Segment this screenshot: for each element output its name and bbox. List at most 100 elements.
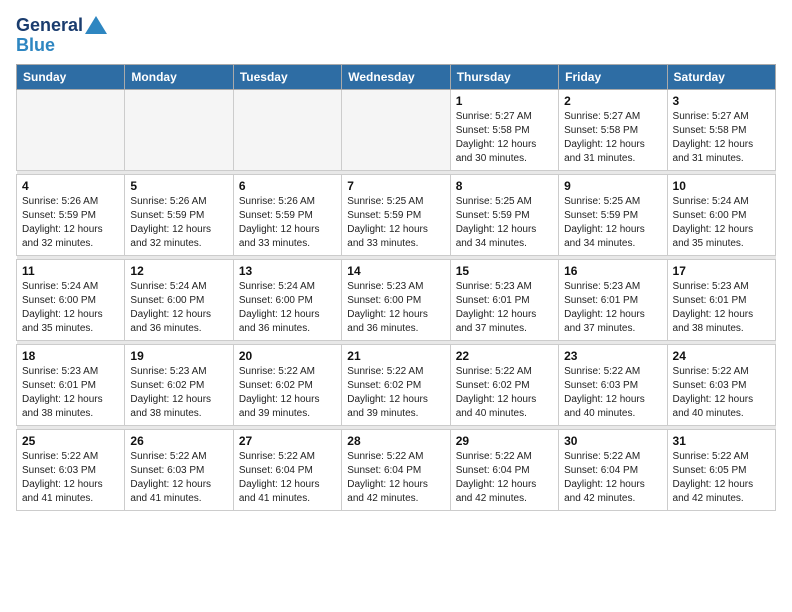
day-info: Sunrise: 5:22 AM Sunset: 6:02 PM Dayligh…: [456, 365, 553, 421]
day-number: 7: [347, 179, 444, 193]
page-header: General Blue: [16, 16, 776, 56]
day-number: 8: [456, 179, 553, 193]
day-info: Sunrise: 5:22 AM Sunset: 6:04 PM Dayligh…: [239, 450, 336, 506]
day-number: 14: [347, 264, 444, 278]
day-info: Sunrise: 5:23 AM Sunset: 6:00 PM Dayligh…: [347, 280, 444, 336]
calendar-cell: 12 Sunrise: 5:24 AM Sunset: 6:00 PM Dayli…: [125, 259, 233, 340]
day-info: Sunrise: 5:26 AM Sunset: 5:59 PM Dayligh…: [130, 195, 227, 251]
day-info: Sunrise: 5:24 AM Sunset: 6:00 PM Dayligh…: [22, 280, 119, 336]
day-info: Sunrise: 5:25 AM Sunset: 5:59 PM Dayligh…: [564, 195, 661, 251]
day-number: 20: [239, 349, 336, 363]
calendar-week-row: 1Sunrise: 5:27 AM Sunset: 5:58 PM Daylig…: [17, 89, 776, 170]
calendar-cell: 9 Sunrise: 5:25 AM Sunset: 5:59 PM Daylig…: [559, 174, 667, 255]
calendar-week-row: 4 Sunrise: 5:26 AM Sunset: 5:59 PM Daylig…: [17, 174, 776, 255]
day-number: 3: [673, 94, 770, 108]
calendar-cell: 26 Sunrise: 5:22 AM Sunset: 6:03 PM Dayli…: [125, 429, 233, 510]
day-info: Sunrise: 5:22 AM Sunset: 6:02 PM Dayligh…: [239, 365, 336, 421]
day-number: 31: [673, 434, 770, 448]
day-number: 15: [456, 264, 553, 278]
day-info: Sunrise: 5:27 AM Sunset: 5:58 PM Dayligh…: [564, 110, 661, 166]
calendar-cell: 13 Sunrise: 5:24 AM Sunset: 6:00 PM Dayli…: [233, 259, 341, 340]
day-info: Sunrise: 5:22 AM Sunset: 6:03 PM Dayligh…: [22, 450, 119, 506]
col-header-sunday: Sunday: [17, 64, 125, 89]
day-info: Sunrise: 5:22 AM Sunset: 6:04 PM Dayligh…: [347, 450, 444, 506]
day-info: Sunrise: 5:22 AM Sunset: 6:02 PM Dayligh…: [347, 365, 444, 421]
calendar-cell: [125, 89, 233, 170]
col-header-monday: Monday: [125, 64, 233, 89]
calendar-cell: 30 Sunrise: 5:22 AM Sunset: 6:04 PM Dayli…: [559, 429, 667, 510]
day-number: 5: [130, 179, 227, 193]
calendar-cell: 5 Sunrise: 5:26 AM Sunset: 5:59 PM Daylig…: [125, 174, 233, 255]
day-info: Sunrise: 5:23 AM Sunset: 6:01 PM Dayligh…: [22, 365, 119, 421]
day-number: 16: [564, 264, 661, 278]
day-info: Sunrise: 5:22 AM Sunset: 6:03 PM Dayligh…: [564, 365, 661, 421]
day-number: 9: [564, 179, 661, 193]
calendar-cell: 19 Sunrise: 5:23 AM Sunset: 6:02 PM Dayli…: [125, 344, 233, 425]
day-info: Sunrise: 5:23 AM Sunset: 6:02 PM Dayligh…: [130, 365, 227, 421]
day-number: 24: [673, 349, 770, 363]
day-number: 28: [347, 434, 444, 448]
logo-blue: Blue: [16, 36, 55, 56]
col-header-saturday: Saturday: [667, 64, 775, 89]
calendar-cell: 31 Sunrise: 5:22 AM Sunset: 6:05 PM Dayli…: [667, 429, 775, 510]
calendar-cell: 6Sunrise: 5:26 AM Sunset: 5:59 PM Daylig…: [233, 174, 341, 255]
day-number: 29: [456, 434, 553, 448]
day-info: Sunrise: 5:24 AM Sunset: 6:00 PM Dayligh…: [130, 280, 227, 336]
day-info: Sunrise: 5:23 AM Sunset: 6:01 PM Dayligh…: [456, 280, 553, 336]
day-number: 4: [22, 179, 119, 193]
day-info: Sunrise: 5:23 AM Sunset: 6:01 PM Dayligh…: [564, 280, 661, 336]
day-number: 6: [239, 179, 336, 193]
calendar-cell: 21 Sunrise: 5:22 AM Sunset: 6:02 PM Dayli…: [342, 344, 450, 425]
col-header-tuesday: Tuesday: [233, 64, 341, 89]
calendar-cell: 27 Sunrise: 5:22 AM Sunset: 6:04 PM Dayli…: [233, 429, 341, 510]
day-number: 19: [130, 349, 227, 363]
calendar-cell: 10Sunrise: 5:24 AM Sunset: 6:00 PM Dayli…: [667, 174, 775, 255]
day-number: 17: [673, 264, 770, 278]
calendar-cell: 8 Sunrise: 5:25 AM Sunset: 5:59 PM Daylig…: [450, 174, 558, 255]
day-info: Sunrise: 5:26 AM Sunset: 5:59 PM Dayligh…: [22, 195, 119, 251]
day-info: Sunrise: 5:22 AM Sunset: 6:05 PM Dayligh…: [673, 450, 770, 506]
day-number: 11: [22, 264, 119, 278]
day-info: Sunrise: 5:24 AM Sunset: 6:00 PM Dayligh…: [239, 280, 336, 336]
calendar-cell: 16 Sunrise: 5:23 AM Sunset: 6:01 PM Dayli…: [559, 259, 667, 340]
day-info: Sunrise: 5:22 AM Sunset: 6:04 PM Dayligh…: [564, 450, 661, 506]
day-info: Sunrise: 5:27 AM Sunset: 5:58 PM Dayligh…: [456, 110, 553, 166]
calendar-cell: 24 Sunrise: 5:22 AM Sunset: 6:03 PM Dayli…: [667, 344, 775, 425]
calendar-cell: 4 Sunrise: 5:26 AM Sunset: 5:59 PM Daylig…: [17, 174, 125, 255]
day-info: Sunrise: 5:22 AM Sunset: 6:04 PM Dayligh…: [456, 450, 553, 506]
day-number: 30: [564, 434, 661, 448]
day-number: 12: [130, 264, 227, 278]
logo-general: General: [16, 16, 83, 36]
calendar-cell: 18 Sunrise: 5:23 AM Sunset: 6:01 PM Dayli…: [17, 344, 125, 425]
calendar-cell: 29 Sunrise: 5:22 AM Sunset: 6:04 PM Dayli…: [450, 429, 558, 510]
calendar-cell: [342, 89, 450, 170]
calendar-cell: 23 Sunrise: 5:22 AM Sunset: 6:03 PM Dayli…: [559, 344, 667, 425]
calendar-week-row: 25Sunrise: 5:22 AM Sunset: 6:03 PM Dayli…: [17, 429, 776, 510]
calendar-week-row: 18 Sunrise: 5:23 AM Sunset: 6:01 PM Dayli…: [17, 344, 776, 425]
day-info: Sunrise: 5:25 AM Sunset: 5:59 PM Dayligh…: [347, 195, 444, 251]
calendar-cell: 7 Sunrise: 5:25 AM Sunset: 5:59 PM Daylig…: [342, 174, 450, 255]
day-number: 23: [564, 349, 661, 363]
day-number: 22: [456, 349, 553, 363]
logo-icon: [85, 16, 107, 34]
calendar-table: SundayMondayTuesdayWednesdayThursdayFrid…: [16, 64, 776, 511]
day-info: Sunrise: 5:22 AM Sunset: 6:03 PM Dayligh…: [673, 365, 770, 421]
day-number: 13: [239, 264, 336, 278]
day-info: Sunrise: 5:27 AM Sunset: 5:58 PM Dayligh…: [673, 110, 770, 166]
col-header-friday: Friday: [559, 64, 667, 89]
col-header-thursday: Thursday: [450, 64, 558, 89]
calendar-cell: 11 Sunrise: 5:24 AM Sunset: 6:00 PM Dayli…: [17, 259, 125, 340]
day-number: 27: [239, 434, 336, 448]
calendar-cell: 17Sunrise: 5:23 AM Sunset: 6:01 PM Dayli…: [667, 259, 775, 340]
calendar-cell: [233, 89, 341, 170]
calendar-week-row: 11 Sunrise: 5:24 AM Sunset: 6:00 PM Dayli…: [17, 259, 776, 340]
day-info: Sunrise: 5:22 AM Sunset: 6:03 PM Dayligh…: [130, 450, 227, 506]
logo: General Blue: [16, 16, 107, 56]
calendar-cell: 3 Sunrise: 5:27 AM Sunset: 5:58 PM Daylig…: [667, 89, 775, 170]
day-number: 21: [347, 349, 444, 363]
calendar-header-row: SundayMondayTuesdayWednesdayThursdayFrid…: [17, 64, 776, 89]
calendar-cell: 25Sunrise: 5:22 AM Sunset: 6:03 PM Dayli…: [17, 429, 125, 510]
day-info: Sunrise: 5:25 AM Sunset: 5:59 PM Dayligh…: [456, 195, 553, 251]
day-number: 18: [22, 349, 119, 363]
day-number: 26: [130, 434, 227, 448]
